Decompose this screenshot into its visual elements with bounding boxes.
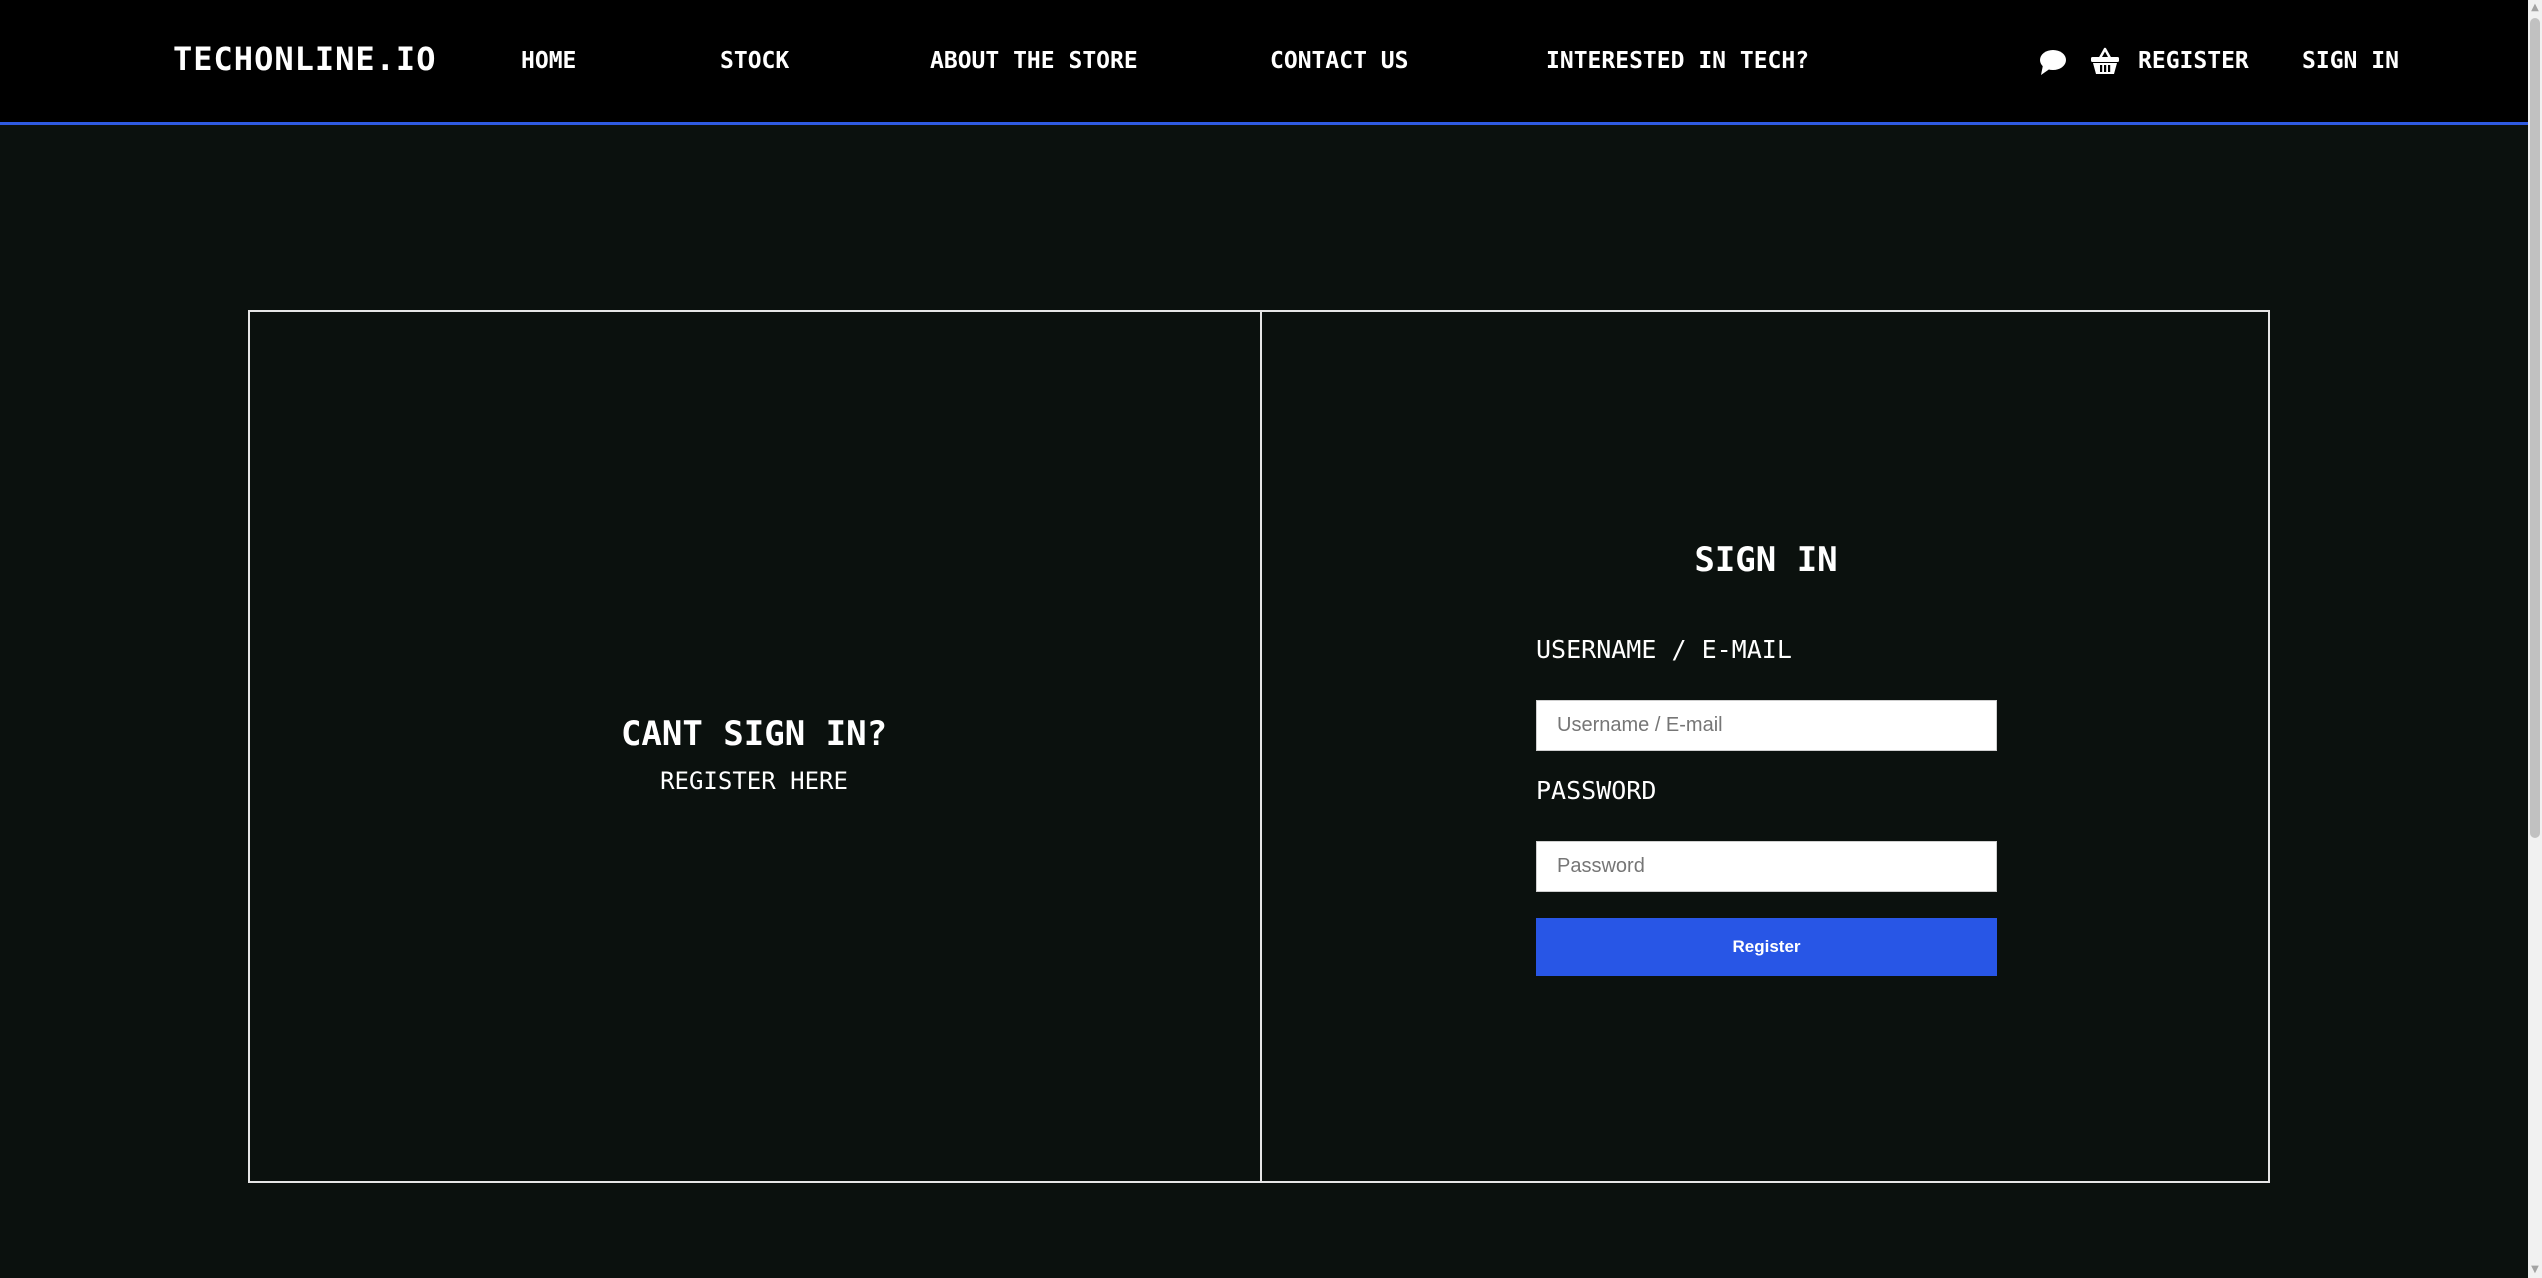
nav-contact-link[interactable]: CONTACT US — [1270, 48, 1408, 74]
chat-icon[interactable] — [2039, 48, 2067, 76]
page: TECHONLINE.IO HOME STOCK ABOUT THE STORE… — [0, 0, 2542, 1278]
top-navbar: TECHONLINE.IO HOME STOCK ABOUT THE STORE… — [0, 0, 2528, 125]
register-button[interactable]: Register — [1536, 918, 1997, 976]
sign-in-heading: SIGN IN — [1694, 540, 1838, 580]
nav-signin-link[interactable]: SIGN IN — [2302, 48, 2399, 74]
basket-icon[interactable] — [2090, 46, 2120, 76]
nav-home-link[interactable]: HOME — [521, 48, 576, 74]
vertical-scrollbar[interactable]: ▲ ▼ — [2528, 0, 2542, 1278]
nav-stock-link[interactable]: STOCK — [720, 48, 789, 74]
nav-interested-link[interactable]: INTERESTED IN TECH? — [1546, 48, 1809, 74]
password-input[interactable] — [1536, 841, 1997, 892]
scroll-up-arrow-icon[interactable]: ▲ — [2528, 0, 2542, 16]
scroll-thumb[interactable] — [2530, 18, 2540, 838]
nav-about-link[interactable]: ABOUT THE STORE — [930, 48, 1138, 74]
password-label: PASSWORD — [1536, 776, 1657, 805]
cant-sign-in-heading: CANT SIGN IN? — [620, 714, 888, 754]
register-here-link[interactable]: REGISTER HERE — [248, 767, 1260, 795]
nav-register-link[interactable]: REGISTER — [2138, 48, 2249, 74]
username-input[interactable] — [1536, 700, 1997, 751]
username-label: USERNAME / E-MAIL — [1536, 635, 1792, 664]
scroll-down-arrow-icon[interactable]: ▼ — [2528, 1262, 2542, 1278]
brand-logo[interactable]: TECHONLINE.IO — [173, 40, 436, 78]
panel-divider — [1260, 310, 1262, 1183]
